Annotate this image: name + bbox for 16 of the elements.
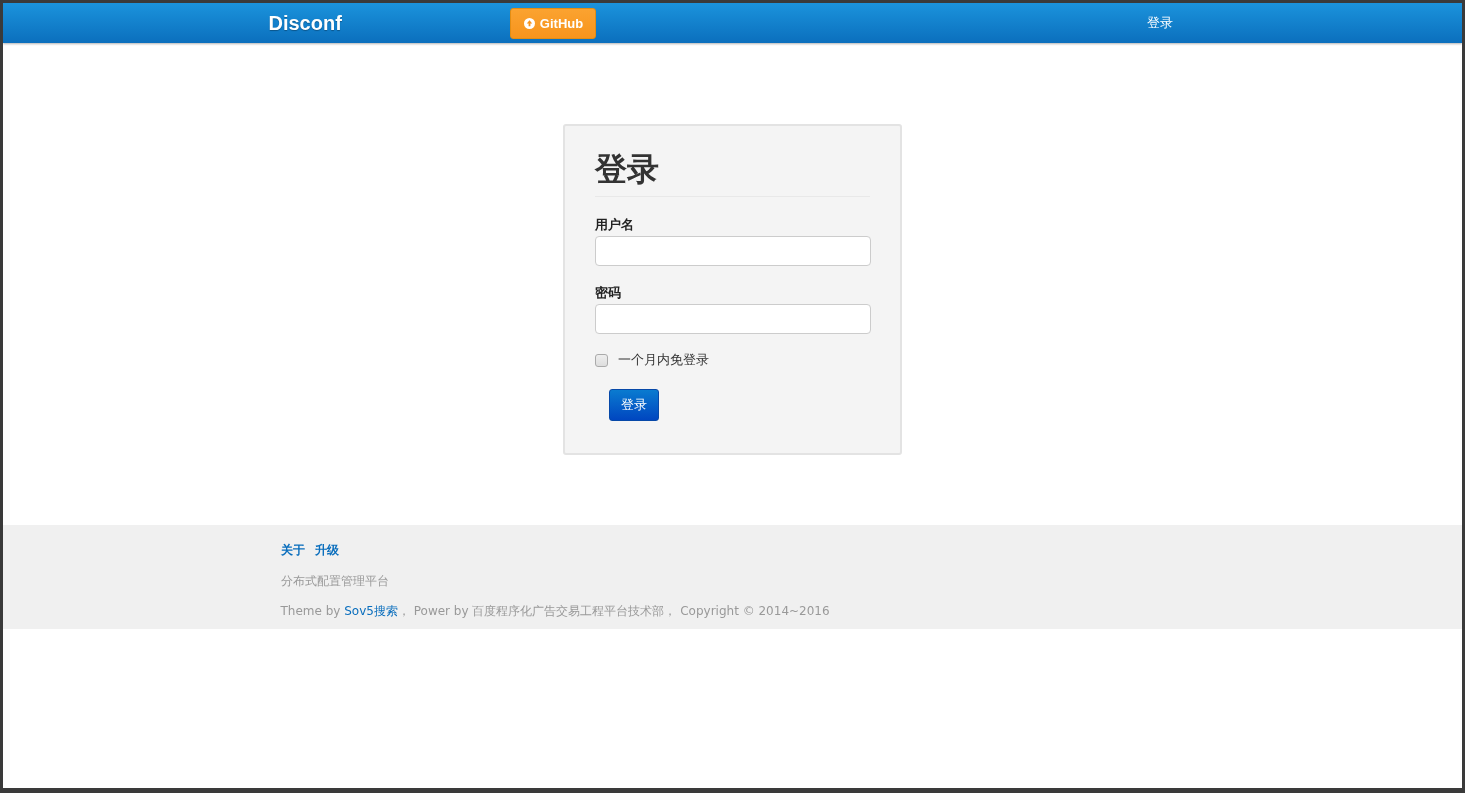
footer-link[interactable]: 关于 (280, 542, 305, 559)
brand-logo[interactable]: Disconf (268, 11, 342, 35)
footer-tagline: 分布式配置管理平台 (280, 573, 390, 590)
login-title: 登录 (595, 149, 660, 190)
footer-credit: Theme by Sov5搜索， Power by 百度程序化广告交易工程平台技术部， Copyright © 2014~2016 (280, 603, 831, 620)
arrow-circle-icon (523, 17, 535, 29)
footer-link[interactable]: 升级 (314, 542, 339, 559)
login-link[interactable]: 登录 (1146, 14, 1173, 32)
field-label: 用户名 (595, 216, 635, 234)
login-button[interactable]: 登录 (609, 389, 659, 421)
username-field[interactable] (595, 236, 871, 266)
remember-checkbox[interactable] (595, 353, 608, 367)
remember-label: 一个月内免登录 (618, 351, 709, 369)
field-label: 密码 (595, 284, 622, 302)
password-field[interactable] (595, 304, 871, 334)
theme-link[interactable]: Sov5搜索 (344, 604, 398, 618)
